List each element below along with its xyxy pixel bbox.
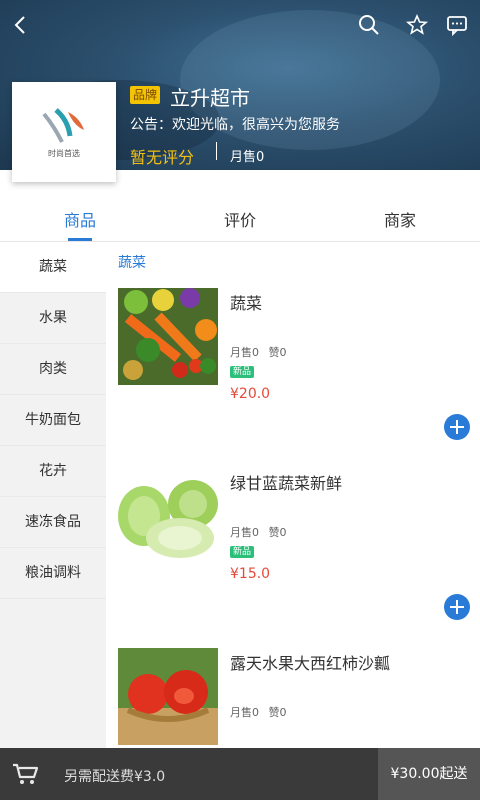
product-sales: 月售0 <box>230 706 259 719</box>
category-item-meat[interactable]: 肉类 <box>0 344 106 395</box>
brand-badge: 品牌 <box>130 86 160 104</box>
product-item[interactable]: 绿甘蓝蔬菜新鲜 月售0 赞0 新品 ¥15.0 <box>106 468 480 648</box>
tab-merchant[interactable]: 商家 <box>320 200 480 241</box>
product-item[interactable]: 露天水果大西红柿沙瓤 月售0 赞0 <box>106 648 480 748</box>
product-price: ¥15.0 <box>230 566 271 582</box>
product-price: ¥20.0 <box>230 386 271 402</box>
category-item-vegetables[interactable]: 蔬菜 <box>0 242 106 293</box>
category-item-frozen[interactable]: 速冻食品 <box>0 497 106 548</box>
star-icon <box>405 13 429 35</box>
logo-caption: 时尚首选 <box>48 148 80 158</box>
shop-logo[interactable]: 时尚首选 <box>12 82 116 182</box>
rating-text: 暂无评分 <box>130 148 195 167</box>
back-button[interactable] <box>6 10 36 40</box>
favorite-button[interactable] <box>402 10 432 40</box>
new-badge: 新品 <box>230 366 255 378</box>
cart-icon[interactable] <box>12 762 40 786</box>
message-button[interactable] <box>442 10 472 40</box>
tab-products[interactable]: 商品 <box>0 200 160 241</box>
product-sales: 月售0 <box>230 526 259 539</box>
divider <box>216 142 217 160</box>
search-icon <box>359 15 379 35</box>
top-bar <box>0 0 480 50</box>
category-item-milk-bread[interactable]: 牛奶面包 <box>0 395 106 446</box>
product-likes: 赞0 <box>268 526 287 539</box>
category-item-fruit[interactable]: 水果 <box>0 293 106 344</box>
cart-bar: 另需配送费¥3.0 ¥30.00起送 <box>0 748 480 800</box>
product-item[interactable]: 蔬菜 月售0 赞0 新品 ¥20.0 <box>106 288 480 468</box>
product-name: 蔬菜 <box>230 294 263 313</box>
product-list: 蔬菜 蔬菜 月售0 赞0 新品 ¥20.0 绿甘蓝蔬菜新鲜 月售0 赞0 新品 … <box>106 242 480 748</box>
section-title: 蔬菜 <box>118 255 146 271</box>
product-image <box>118 288 218 385</box>
delivery-fee: 另需配送费¥3.0 <box>64 769 166 785</box>
category-item-flowers[interactable]: 花卉 <box>0 446 106 497</box>
monthly-sales: 月售0 <box>230 150 265 165</box>
tab-bar: 商品 评价 商家 <box>0 200 480 242</box>
product-name: 绿甘蓝蔬菜新鲜 <box>230 474 343 493</box>
product-name: 露天水果大西红柿沙瓤 <box>230 654 391 673</box>
leaf-logo-icon <box>42 107 84 143</box>
product-stats: 月售0 赞0 <box>230 704 293 720</box>
category-item-grain-oil[interactable]: 粮油调料 <box>0 548 106 599</box>
message-icon <box>447 16 467 37</box>
tab-reviews[interactable]: 评价 <box>160 200 320 241</box>
product-stats: 月售0 赞0 <box>230 524 293 540</box>
min-order-button[interactable]: ¥30.00起送 <box>378 748 480 800</box>
back-arrow-icon <box>14 16 25 34</box>
add-to-cart-button[interactable] <box>444 414 470 440</box>
product-likes: 赞0 <box>268 706 287 719</box>
search-button[interactable] <box>354 10 384 40</box>
product-image <box>118 648 218 745</box>
product-stats: 月售0 赞0 <box>230 344 293 360</box>
add-to-cart-button[interactable] <box>444 594 470 620</box>
product-image <box>118 468 218 565</box>
shop-notice: 公告：欢迎光临，很高兴为您服务 <box>130 117 340 133</box>
product-sales: 月售0 <box>230 346 259 359</box>
new-badge: 新品 <box>230 546 255 558</box>
category-sidebar: 蔬菜 水果 肉类 牛奶面包 花卉 速冻食品 粮油调料 <box>0 242 106 748</box>
product-likes: 赞0 <box>268 346 287 359</box>
shop-name: 立升超市 <box>170 86 250 110</box>
